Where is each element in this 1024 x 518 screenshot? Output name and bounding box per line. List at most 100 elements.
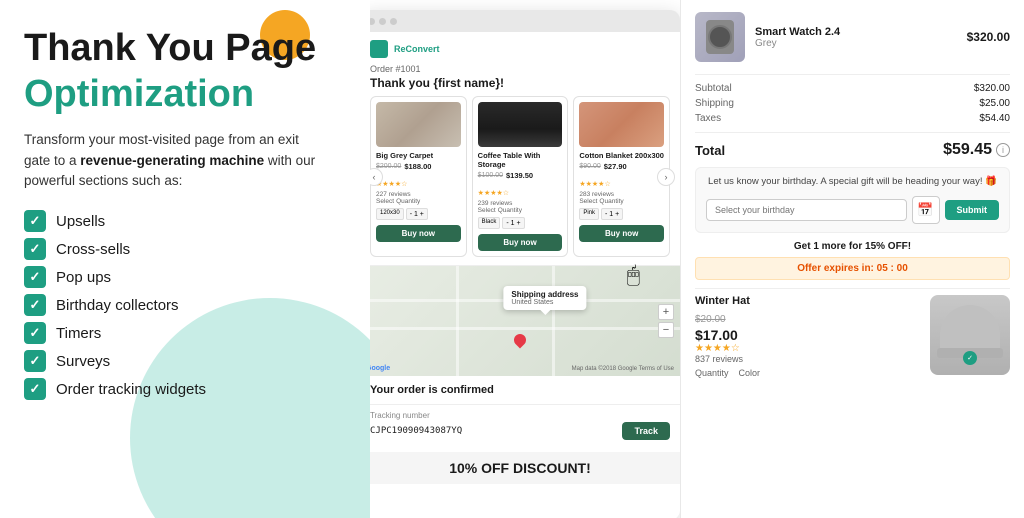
tracking-section: Tracking number CJPC19090943087YQ Track [370, 405, 680, 446]
upsell-banner: Get 1 more for 15% OFF! [695, 241, 1010, 252]
hat-stars: ★★★★☆ [695, 343, 920, 354]
shipping-value: $25.00 [979, 98, 1010, 109]
price-old-blanket: $90.00 [579, 163, 600, 170]
feature-timers: Timers [24, 322, 346, 344]
taxes-label: Taxes [695, 113, 721, 124]
divider-1 [695, 74, 1010, 75]
winter-hat-section: Winter Hat $20.00 $17.00 ★★★★☆ 837 revie… [695, 288, 1010, 378]
hat-color-label: Color [739, 368, 761, 378]
buy-button-carpet[interactable]: Buy now [376, 225, 461, 242]
feature-label-timers: Timers [56, 325, 101, 342]
tracking-number: CJPC19090943087YQ [370, 426, 462, 436]
product-name-blanket: Cotton Blanket 200x300 [579, 151, 664, 160]
zoom-in-button[interactable]: + [658, 304, 674, 320]
feature-birthday-collectors: Birthday collectors [24, 294, 346, 316]
check-icon-surveys [24, 350, 46, 372]
feature-label-upsells: Upsells [56, 213, 105, 230]
buy-button-blanket[interactable]: Buy now [579, 225, 664, 242]
map-tooltip-line2: United States [511, 299, 578, 306]
zoom-out-button[interactable]: − [658, 322, 674, 338]
next-arrow[interactable]: › [657, 168, 675, 186]
track-button[interactable]: Track [622, 422, 670, 440]
total-row: Total $59.45 i [695, 141, 1010, 159]
select-blanket[interactable]: Pink [579, 208, 599, 220]
buy-button-coffee[interactable]: Buy now [478, 234, 563, 251]
check-icon-cross-sells [24, 238, 46, 260]
qty-label-carpet: Quantity [396, 198, 420, 205]
select-carpet[interactable]: 120x30 [376, 208, 404, 220]
hat-reviews: 837 reviews [695, 354, 920, 364]
hat-qty-color: Quantity Color [695, 368, 920, 378]
product-variant: Grey [755, 38, 957, 49]
cursor-icon: 🖱 [627, 262, 640, 288]
reviews-coffee: 239 reviews [478, 200, 563, 207]
subtotal-row: Subtotal $320.00 [695, 83, 1010, 94]
qty-label-blanket: Quantity [599, 198, 623, 205]
browser-dot-green [390, 18, 397, 25]
offer-banner: Offer expires in: 05 : 00 [695, 257, 1010, 280]
qty-blanket[interactable]: - 1 + [601, 208, 623, 220]
price-new-carpet: $188.00 [404, 162, 431, 171]
check-icon-order-tracking [24, 378, 46, 400]
map-attribution: Map data ©2018 Google Terms of Use [572, 366, 674, 372]
feature-label-pop-ups: Pop ups [56, 269, 111, 286]
feature-label-birthday: Birthday collectors [56, 297, 179, 314]
product-name-coffee: Coffee Table With Storage [478, 151, 563, 169]
stars-coffee: ★★★★☆ [478, 190, 509, 197]
select-label-coffee: Select [478, 207, 496, 214]
map-pin [512, 332, 529, 349]
select-label-carpet: Select [376, 198, 394, 205]
qty-carpet[interactable]: - 1 + [406, 208, 428, 220]
reviews-carpet: 227 reviews [376, 191, 461, 198]
product-image-coffee [478, 102, 563, 147]
hat-price-new: $17.00 [695, 327, 920, 343]
description: Transform your most-visited page from an… [24, 130, 324, 193]
birthday-section: Let us know your birthday. A special gif… [695, 167, 1010, 233]
map-controls: + − [658, 304, 674, 338]
product-price: $320.00 [967, 30, 1010, 44]
taxes-row: Taxes $54.40 [695, 113, 1010, 124]
select-label-blanket: Select [579, 198, 597, 205]
birthday-submit-button[interactable]: Submit [945, 200, 1000, 220]
feature-upsells: Upsells [24, 210, 346, 232]
map-tooltip: Shipping address United States [503, 286, 586, 310]
feature-label-order-tracking: Order tracking widgets [56, 381, 206, 398]
birthday-input[interactable] [706, 199, 907, 221]
stars-blanket: ★★★★☆ [579, 181, 610, 188]
product-card-coffee: Coffee Table With Storage $100.00 $139.5… [472, 96, 569, 257]
qty-coffee[interactable]: - 1 + [502, 217, 524, 229]
birthday-text: Let us know your birthday. A special gif… [706, 176, 999, 189]
feature-surveys: Surveys [24, 350, 346, 372]
tracking-label: Tracking number [370, 411, 670, 420]
google-logo: Google [370, 365, 390, 372]
product-cards-container: ‹ Big Grey Carpet $200.00 $188.00 ★★★★☆ … [370, 96, 670, 257]
hat-qty-label: Quantity [695, 368, 729, 378]
feature-pop-ups: Pop ups [24, 266, 346, 288]
reconvert-logo [370, 40, 388, 58]
thank-you-text: Thank you {first name}! [370, 76, 670, 90]
page-title-line2: Optimization [24, 74, 346, 116]
select-coffee[interactable]: Black [478, 217, 501, 229]
page-title-line1: Thank You Page [24, 28, 346, 70]
browser-dot-red [370, 18, 375, 25]
hat-badge: ✓ [963, 351, 977, 365]
order-confirmed: Your order is confirmed [370, 376, 680, 405]
product-thumbnail [695, 12, 745, 62]
price-old-coffee: $100.00 [478, 172, 503, 179]
features-list: Upsells Cross-sells Pop ups Birthday col… [24, 210, 346, 400]
browser-chrome [370, 10, 680, 32]
reconvert-header: ReConvert [370, 40, 670, 58]
calendar-button[interactable]: 📅 [912, 196, 940, 224]
price-new-blanket: $27.90 [604, 162, 627, 171]
divider-2 [695, 132, 1010, 133]
subtotal-label: Subtotal [695, 83, 732, 94]
hat-price-old: $20.00 [695, 314, 726, 325]
feature-order-tracking: Order tracking widgets [24, 378, 346, 400]
shipping-label: Shipping [695, 98, 734, 109]
right-inner: Smart Watch 2.4 Grey $320.00 Subtotal $3… [681, 0, 1024, 518]
tracking-row: CJPC19090943087YQ Track [370, 422, 670, 440]
reconvert-name: ReConvert [394, 44, 440, 54]
info-icon: i [996, 143, 1010, 157]
product-name-carpet: Big Grey Carpet [376, 151, 461, 160]
product-info: Smart Watch 2.4 Grey [755, 26, 957, 49]
